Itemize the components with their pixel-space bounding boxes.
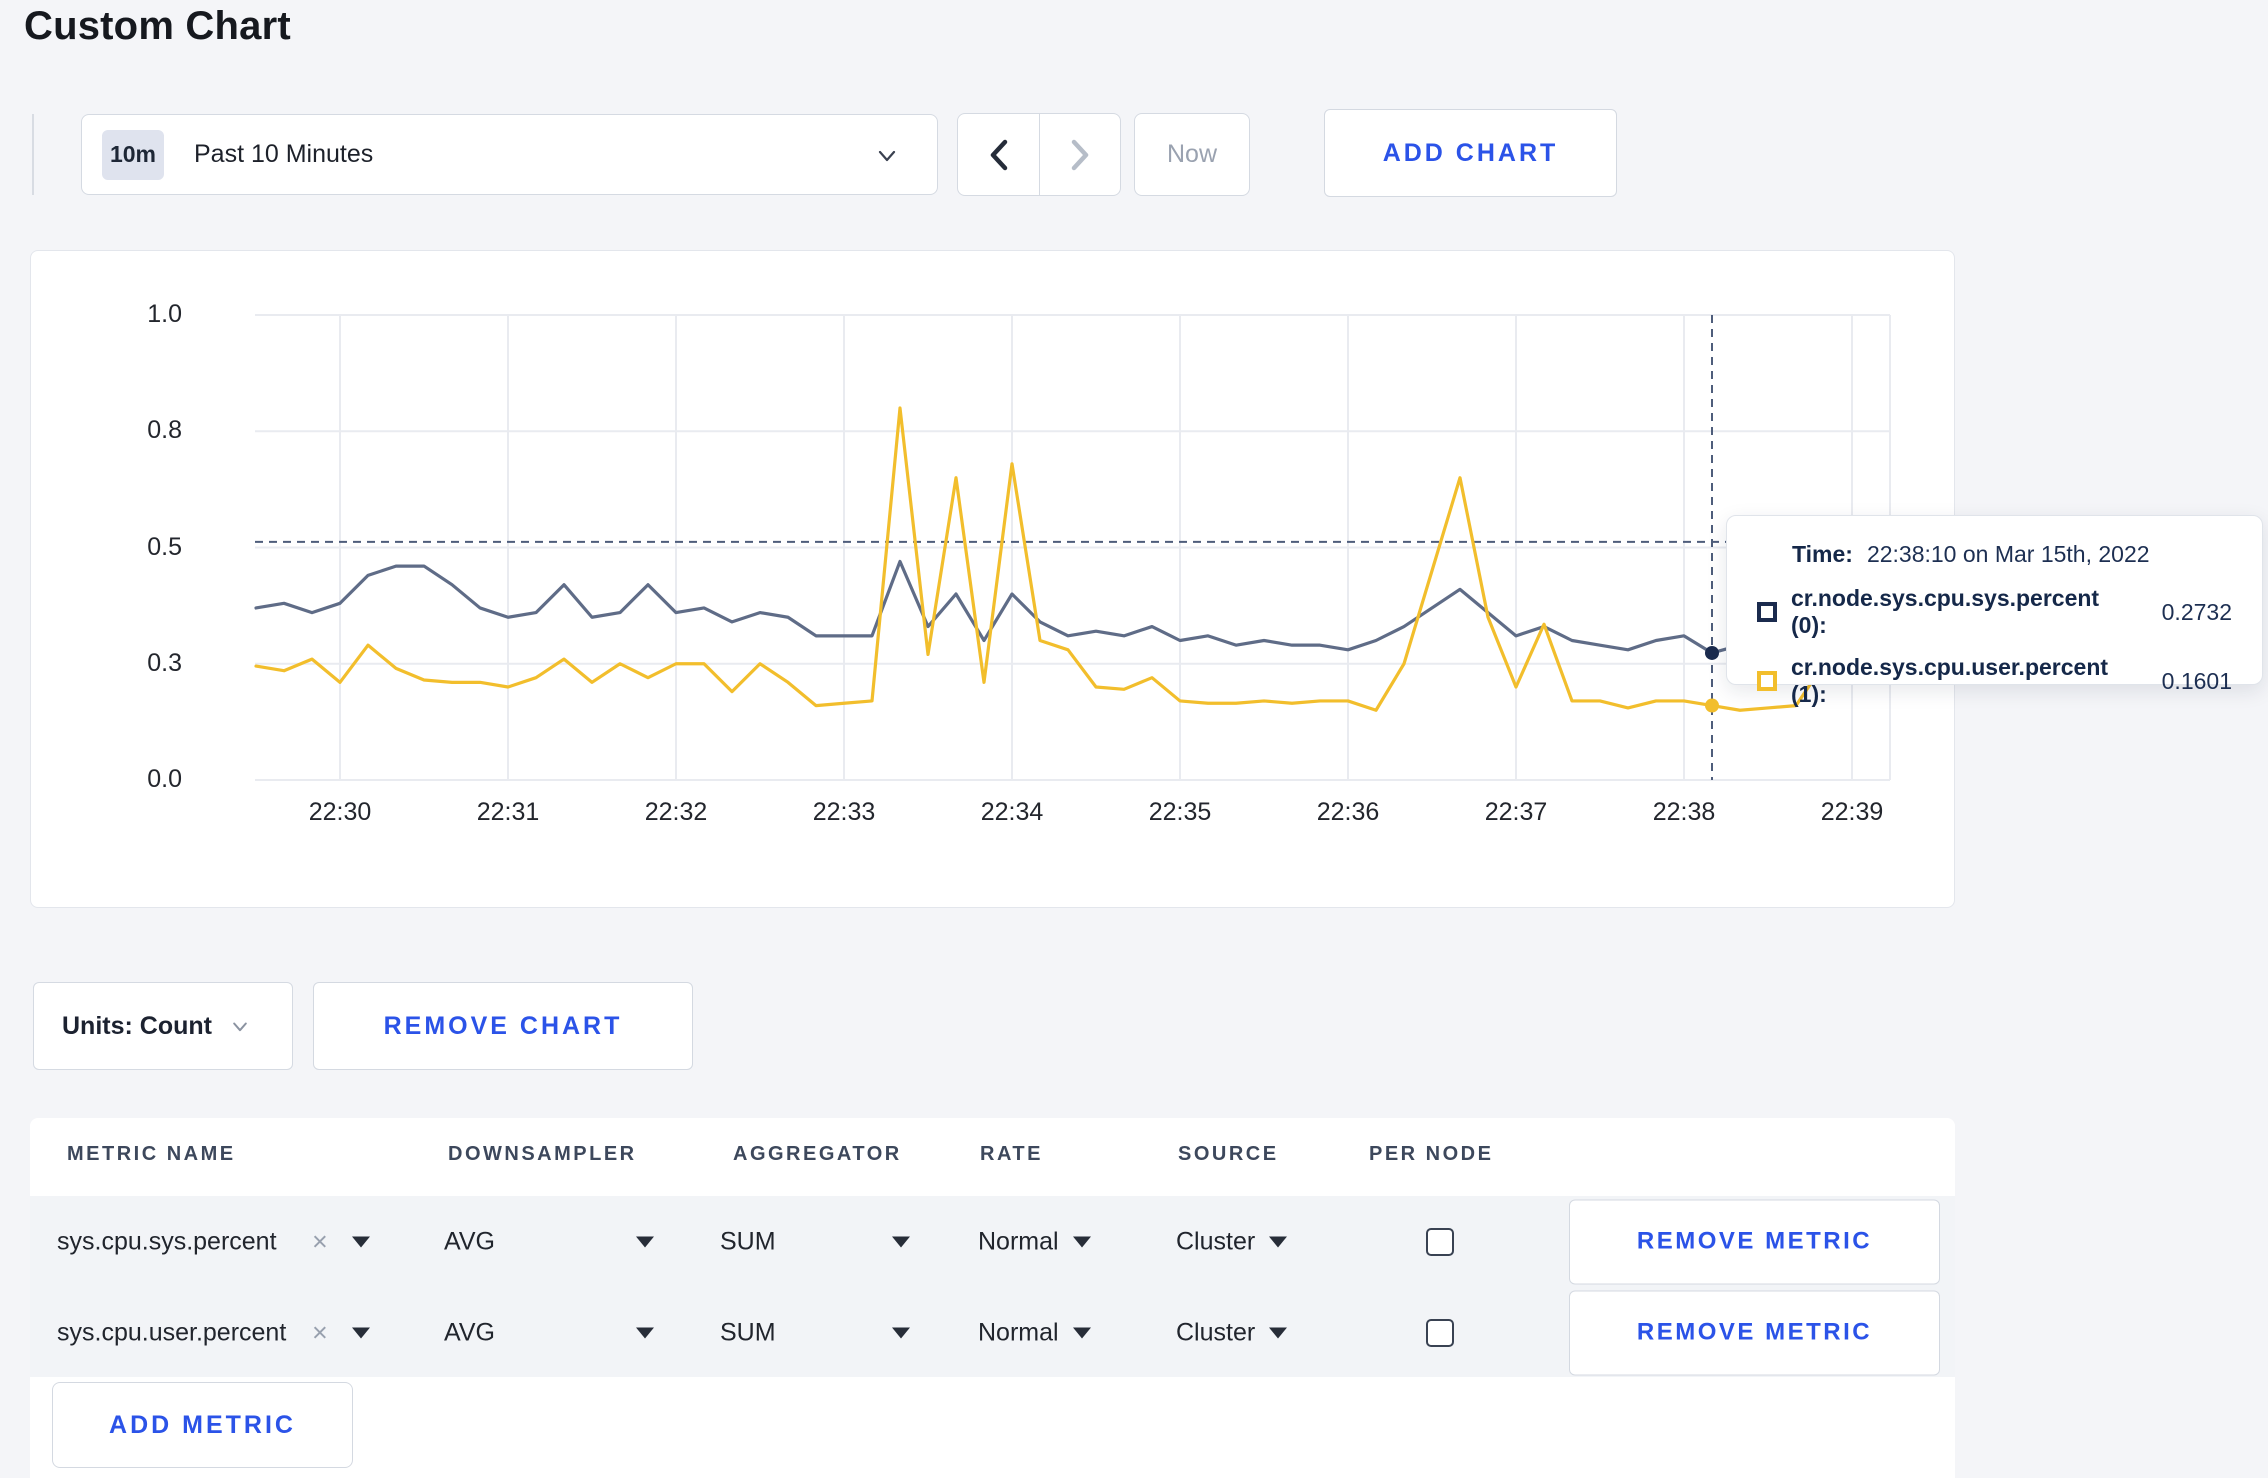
tooltip-time-value: 22:38:10 on Mar 15th, 2022 — [1866, 541, 2150, 567]
add-chart-button[interactable]: ADD CHART — [1324, 109, 1617, 197]
chevron-right-icon — [1071, 139, 1089, 170]
units-select[interactable]: Units: Count — [33, 982, 293, 1070]
remove-metric-tag-icon[interactable]: × — [312, 1226, 328, 1257]
toolbar-left-divider — [32, 114, 34, 195]
column-header-rate: RATE — [980, 1143, 1043, 1165]
column-header-metric-name: METRIC NAME — [67, 1143, 236, 1165]
time-forward-button[interactable] — [1039, 114, 1120, 195]
time-window-label: Past 10 Minutes — [194, 140, 374, 168]
rate-caret-icon[interactable] — [1072, 1236, 1091, 1248]
aggregator-caret-icon[interactable] — [892, 1236, 910, 1247]
column-header-aggregator: AGGREGATOR — [733, 1143, 902, 1165]
x-tick-label: 22:33 — [812, 798, 876, 826]
y-tick-label: 0.3 — [147, 648, 182, 677]
chart-hover-tooltip: Time: 22:38:10 on Mar 15th, 2022 cr.node.… — [1726, 515, 2263, 707]
remove-metric-tag-icon[interactable]: × — [312, 1317, 328, 1348]
tooltip-series-label: cr.node.sys.cpu.user.percent (1): — [1791, 654, 2109, 707]
metric-name-caret-icon[interactable] — [352, 1327, 370, 1338]
metric-name-caret-icon[interactable] — [352, 1236, 370, 1247]
chevron-down-icon — [230, 1016, 250, 1036]
units-select-label: Units: Count — [62, 1011, 212, 1040]
downsampler-select[interactable]: AVG — [444, 1318, 495, 1347]
per-node-checkbox[interactable] — [1426, 1318, 1454, 1347]
rate-select[interactable]: Normal — [978, 1318, 1091, 1347]
downsampler-select[interactable]: AVG — [444, 1227, 495, 1256]
x-tick-label: 22:35 — [1148, 798, 1212, 826]
x-tick-label: 22:38 — [1652, 798, 1716, 826]
source-select[interactable]: Cluster — [1176, 1227, 1288, 1256]
time-back-button[interactable] — [958, 114, 1039, 195]
x-tick-label: 22:37 — [1484, 798, 1548, 826]
x-tick-label: 22:32 — [644, 798, 708, 826]
remove-chart-button[interactable]: REMOVE CHART — [313, 982, 693, 1070]
chevron-down-icon — [875, 143, 899, 167]
per-node-checkbox[interactable] — [1426, 1227, 1454, 1256]
time-window-select[interactable]: 10m Past 10 Minutes — [81, 114, 938, 195]
rate-caret-icon[interactable] — [1072, 1327, 1091, 1339]
remove-metric-button[interactable]: REMOVE METRIC — [1569, 1199, 1940, 1284]
time-nav-group — [957, 113, 1121, 196]
remove-metric-button[interactable]: REMOVE METRIC — [1569, 1290, 1940, 1375]
user-series-legend-swatch-icon — [1757, 671, 1777, 691]
column-header-downsampler: DOWNSAMPLER — [448, 1143, 637, 1165]
aggregator-select[interactable]: SUM — [720, 1227, 776, 1256]
tooltip-time-row: Time: 22:38:10 on Mar 15th, 2022 — [1757, 541, 2232, 568]
x-tick-label: 22:31 — [476, 798, 540, 826]
add-metric-button[interactable]: ADD METRIC — [52, 1382, 353, 1468]
downsampler-caret-icon[interactable] — [636, 1236, 654, 1247]
y-tick-label: 0.5 — [147, 532, 182, 561]
tooltip-series-row: cr.node.sys.cpu.sys.percent (0): 0.2732 — [1757, 585, 2232, 639]
x-tick-label: 22:34 — [980, 798, 1044, 826]
column-header-source: SOURCE — [1178, 1143, 1279, 1165]
aggregator-caret-icon[interactable] — [892, 1327, 910, 1338]
metric-row: sys.cpu.sys.percent × AVG SUM Normal Clu… — [30, 1196, 1955, 1287]
tooltip-time-label: Time: — [1792, 541, 1853, 567]
y-tick-label: 1.0 — [147, 300, 182, 328]
tooltip-series-row: cr.node.sys.cpu.user.percent (1): 0.1601 — [1757, 654, 2232, 708]
downsampler-caret-icon[interactable] — [636, 1327, 654, 1338]
source-caret-icon[interactable] — [1269, 1236, 1288, 1248]
page-title: Custom Chart — [24, 4, 291, 48]
metric-row: sys.cpu.user.percent × AVG SUM Normal Cl… — [30, 1287, 1955, 1378]
custom-chart-page: Custom Chart 10m Past 10 Minutes Now ADD… — [0, 0, 2268, 1478]
source-caret-icon[interactable] — [1269, 1327, 1288, 1339]
column-header-per-node: PER NODE — [1369, 1143, 1494, 1165]
rate-select[interactable]: Normal — [978, 1227, 1091, 1256]
tooltip-series-label: cr.node.sys.cpu.sys.percent (0): — [1791, 585, 2100, 638]
aggregator-select[interactable]: SUM — [720, 1318, 776, 1347]
tooltip-series-value: 0.2732 — [2161, 598, 2232, 625]
x-tick-label: 22:39 — [1820, 798, 1884, 826]
x-tick-label: 22:30 — [308, 798, 372, 826]
now-button[interactable]: Now — [1134, 113, 1250, 196]
sys-series-legend-swatch-icon — [1757, 602, 1777, 622]
chevron-left-icon — [990, 139, 1007, 170]
metric-name-value[interactable]: sys.cpu.user.percent — [57, 1318, 286, 1347]
tooltip-series-value: 0.1601 — [2161, 667, 2232, 694]
x-tick-label: 22:36 — [1316, 798, 1380, 826]
source-select[interactable]: Cluster — [1176, 1318, 1288, 1347]
metric-name-value[interactable]: sys.cpu.sys.percent — [57, 1227, 277, 1256]
y-tick-label: 0.8 — [147, 416, 182, 445]
time-window-badge: 10m — [102, 129, 164, 180]
y-tick-label: 0.0 — [147, 765, 182, 793]
